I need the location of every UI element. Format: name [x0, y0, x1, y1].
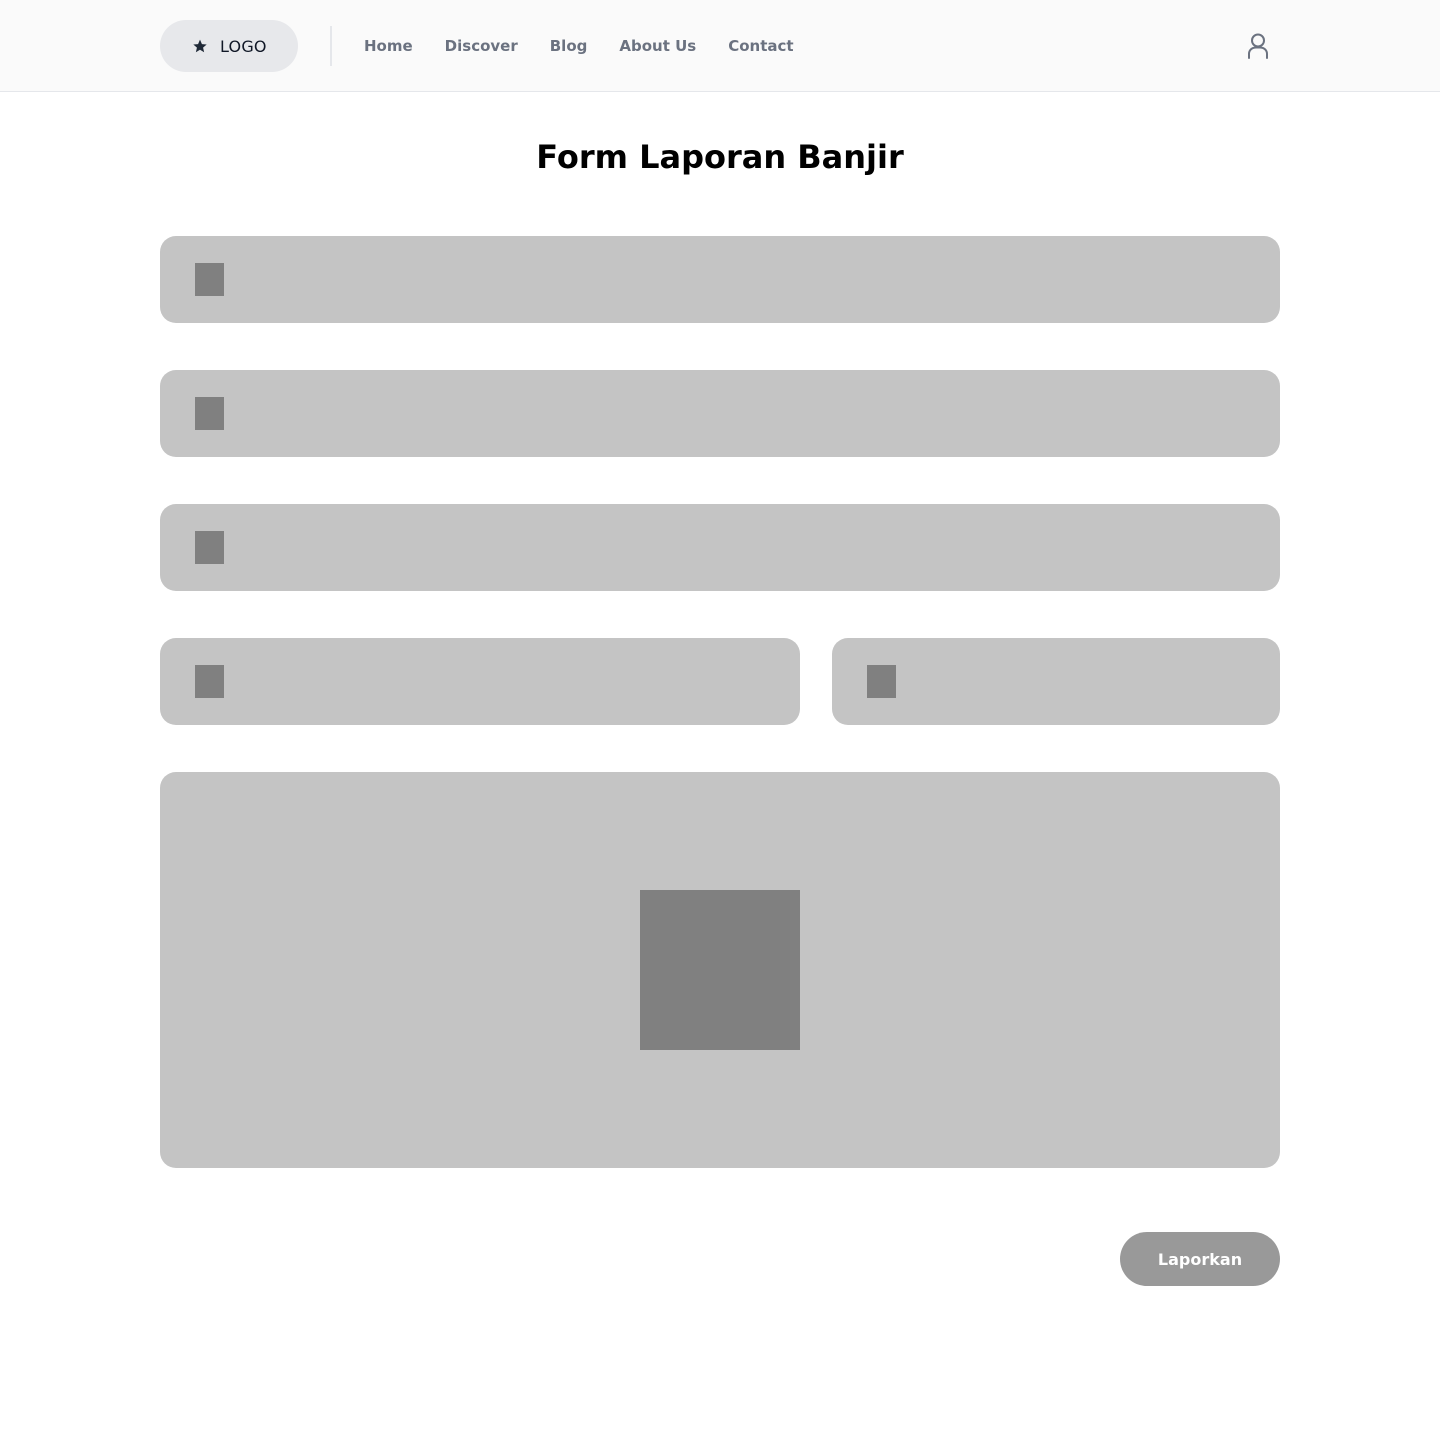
page-title: Form Laporan Banjir: [536, 138, 904, 176]
nav-link-about-us[interactable]: About Us: [619, 37, 696, 55]
field-icon-placeholder: [195, 397, 224, 430]
main-nav: Home Discover Blog About Us Contact: [364, 0, 826, 92]
image-upload-area[interactable]: [160, 772, 1280, 1168]
form-field-2[interactable]: [160, 370, 1280, 457]
logo-label: LOGO: [220, 36, 267, 56]
submit-report-button[interactable]: Laporkan: [1120, 1232, 1280, 1286]
field-icon-placeholder: [195, 263, 224, 296]
form-field-1[interactable]: [160, 236, 1280, 323]
nav-link-discover[interactable]: Discover: [445, 37, 518, 55]
form-field-3[interactable]: [160, 504, 1280, 591]
user-icon[interactable]: [1245, 32, 1271, 60]
field-icon-placeholder: [867, 665, 896, 698]
nav-link-blog[interactable]: Blog: [550, 37, 588, 55]
nav-link-contact[interactable]: Contact: [728, 37, 793, 55]
field-icon-placeholder: [195, 665, 224, 698]
form-field-4[interactable]: [160, 638, 800, 725]
logo-button[interactable]: LOGO: [160, 20, 298, 72]
form-field-5[interactable]: [832, 638, 1280, 725]
image-placeholder: [640, 890, 800, 1050]
header-divider: [330, 26, 332, 66]
field-icon-placeholder: [195, 531, 224, 564]
star-icon: [192, 38, 208, 54]
nav-link-home[interactable]: Home: [364, 37, 413, 55]
top-navbar: LOGO Home Discover Blog About Us Contact: [0, 0, 1440, 92]
